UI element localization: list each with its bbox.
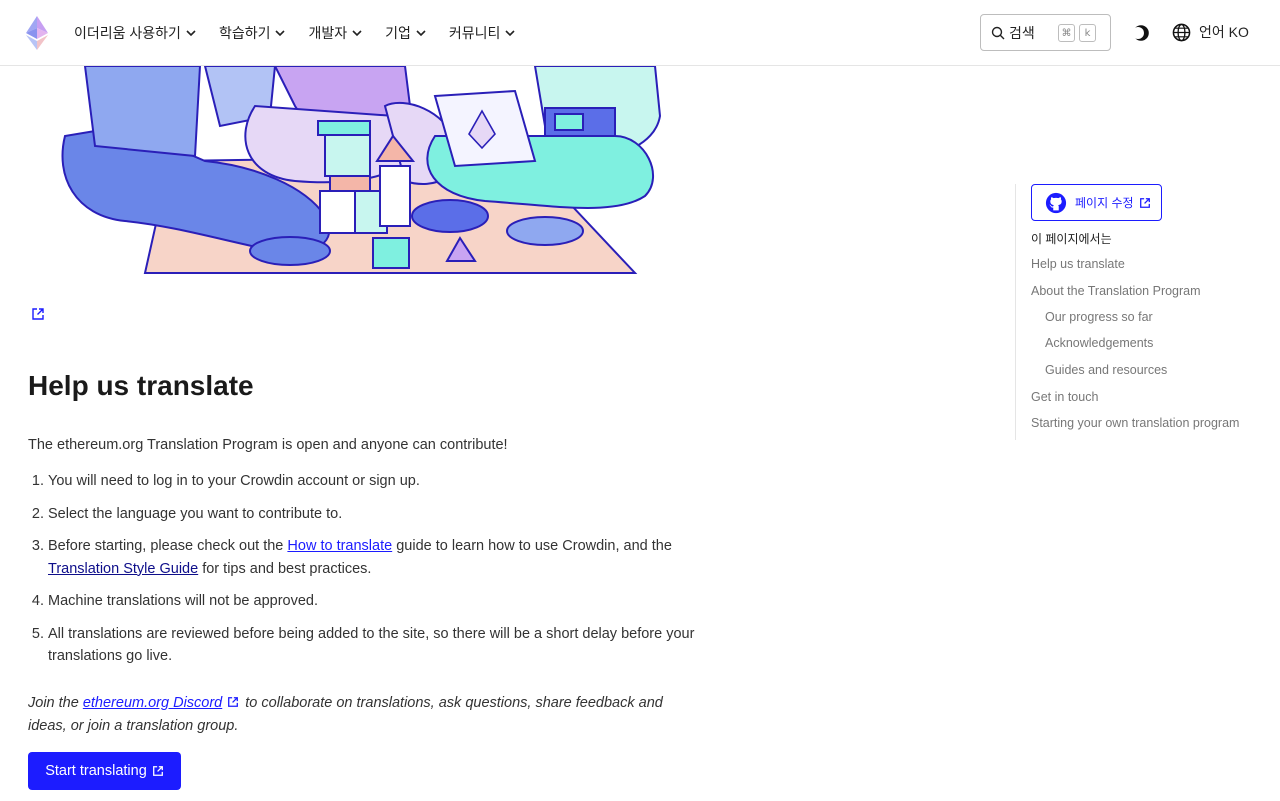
list-item: All translations are reviewed before bei… — [48, 623, 698, 668]
chevron-down-icon — [416, 30, 426, 37]
discord-link[interactable]: ethereum.org Discord — [83, 695, 222, 711]
page-title: Help us translate — [28, 370, 254, 401]
search-button[interactable]: 검색 ⌘ k — [980, 14, 1111, 51]
kbd-cmd: ⌘ — [1058, 24, 1075, 42]
how-to-translate-link[interactable]: How to translate — [287, 538, 392, 554]
toc-item-acknowledgements[interactable]: Acknowledgements — [1045, 336, 1153, 350]
toc-item-about-program[interactable]: About the Translation Program — [1031, 284, 1201, 298]
language-button[interactable]: 언어 KO — [1172, 22, 1249, 42]
external-link-icon — [228, 696, 239, 707]
external-link-icon[interactable] — [31, 307, 45, 321]
main-nav: 이더리움 사용하기 학습하기 개발자 기업 커뮤니티 — [74, 0, 538, 66]
toc-title: 이 페이지에서는 — [1031, 232, 1112, 246]
nav-community[interactable]: 커뮤니티 — [449, 23, 517, 43]
nav-developers[interactable]: 개발자 — [308, 23, 363, 43]
join-discord-text: Join the ethereum.org Discord to collabo… — [28, 694, 663, 734]
start-translating-button[interactable]: Start translating — [28, 752, 181, 790]
list-item: Before starting, please check out the Ho… — [48, 535, 698, 580]
nav-learn[interactable]: 학습하기 — [219, 23, 287, 43]
hero-illustration — [61, 66, 662, 274]
chevron-down-icon — [352, 30, 362, 37]
chevron-down-icon — [505, 30, 515, 37]
nav-enterprise[interactable]: 기업 — [385, 23, 427, 43]
globe-icon — [1172, 23, 1191, 41]
toc-item-guides-resources[interactable]: Guides and resources — [1045, 363, 1167, 377]
edit-page-label: 페이지 수정 — [1075, 196, 1134, 210]
translation-style-guide-link[interactable]: Translation Style Guide — [48, 561, 198, 577]
language-label: 언어 KO — [1199, 24, 1249, 40]
search-label: 검색 — [1009, 24, 1035, 41]
github-icon — [1045, 192, 1067, 213]
kbd-k: k — [1079, 24, 1096, 42]
list-item: Select the language you want to contribu… — [48, 503, 698, 526]
nav-use-ethereum[interactable]: 이더리움 사용하기 — [74, 23, 197, 43]
ethereum-logo-icon[interactable] — [26, 16, 48, 50]
external-link-icon — [152, 766, 163, 776]
toc-item-progress[interactable]: Our progress so far — [1045, 310, 1153, 324]
dark-mode-toggle-icon[interactable] — [1132, 24, 1150, 42]
toc-item-own-program[interactable]: Starting your own translation program — [1031, 416, 1239, 430]
edit-page-button[interactable]: 페이지 수정 — [1031, 184, 1162, 221]
search-icon — [991, 26, 1005, 39]
chevron-down-icon — [186, 30, 196, 37]
steps-list: You will need to log in to your Crowdin … — [48, 470, 698, 668]
list-item: You will need to log in to your Crowdin … — [48, 470, 698, 493]
table-of-contents: 페이지 수정 이 페이지에서는 Help us translate About … — [1015, 184, 1265, 440]
chevron-down-icon — [275, 30, 286, 37]
site-header: 이더리움 사용하기 학습하기 개발자 기업 커뮤니티 검색 ⌘ k 언어 KO — [0, 0, 1280, 66]
intro-text: The ethereum.org Translation Program is … — [28, 437, 508, 453]
list-item: Machine translations will not be approve… — [48, 590, 698, 613]
external-link-icon — [1139, 197, 1150, 208]
main-content: Help us translate The ethereum.org Trans… — [28, 370, 698, 738]
toc-item-get-in-touch[interactable]: Get in touch — [1031, 390, 1098, 404]
toc-item-help-us-translate[interactable]: Help us translate — [1031, 257, 1125, 271]
